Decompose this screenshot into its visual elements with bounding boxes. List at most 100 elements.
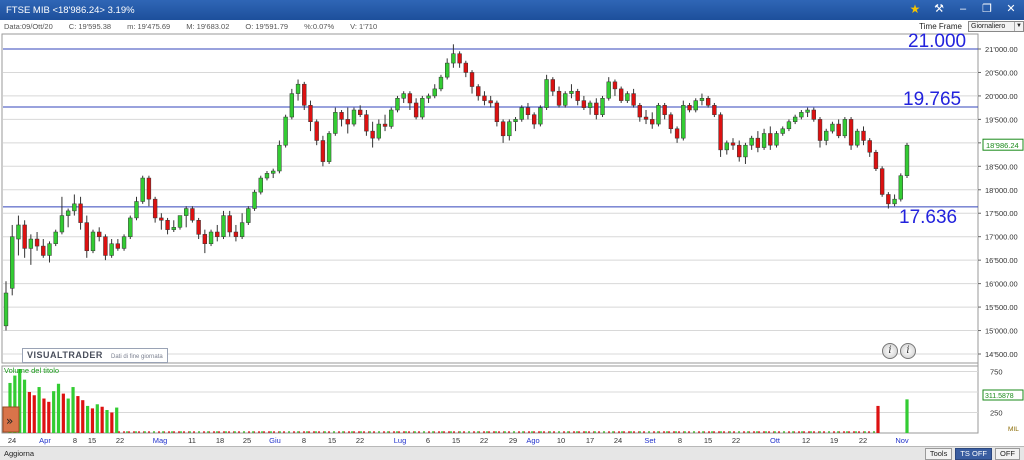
candle-down [146,177,152,200]
candle-up [625,93,630,101]
volume-bar [81,400,85,433]
candle-down [370,130,375,139]
logo-subtitle: Dati di fine giornata [111,354,163,360]
volume-bar [76,396,80,433]
candle-up [519,107,524,120]
candle-down [705,98,711,106]
price-tick-label: 16'000.00 [985,280,1018,289]
candle-up [3,292,9,327]
candle-up [90,231,96,252]
date-tick-label: Mag [153,436,168,445]
date-tick-label: 22 [116,436,124,445]
candle-up [805,109,810,113]
candle-up [389,109,394,127]
volume-unit-label: MIL [1008,426,1019,433]
volume-bar [876,405,880,433]
candle-up [842,119,848,137]
candle-down [836,123,841,137]
candle-down [469,72,475,87]
candle-up [699,98,705,101]
volume-panel-label: Volume del titolo [4,366,59,375]
candle-up [140,177,145,202]
candle-up [855,130,860,146]
candle-down [97,231,102,237]
candle-up [401,93,406,99]
price-tick-label: 21'000.00 [985,45,1018,54]
candle-down [737,144,742,158]
price-tick-label: 20'000.00 [985,92,1018,101]
candle-up [221,215,226,237]
candle-up [177,215,183,228]
date-tick-label: 25 [243,436,251,445]
date-tick-label: 24 [8,436,16,445]
price-tick-label: 18'000.00 [985,186,1018,195]
date-tick-label: 18 [216,436,224,445]
candle-up [351,109,357,125]
date-tick-label: 29 [509,436,517,445]
volume-bar [22,379,27,433]
candle-up [16,224,21,240]
price-tick-label: 20'500.00 [985,68,1018,77]
date-tick-label: 22 [356,436,364,445]
price-tick-label: 14'500.00 [985,350,1018,359]
candle-up [780,128,785,134]
candle-down [345,119,350,125]
chevron-right-icon[interactable]: » [6,414,13,428]
date-tick-label: 10 [557,436,565,445]
candle-down [233,231,239,237]
date-tick-label: 12 [802,436,810,445]
candle-up [824,130,829,141]
date-tick-label: 22 [859,436,867,445]
info-icon[interactable]: i [900,343,916,359]
candle-down [618,88,624,101]
candle-up [53,231,58,244]
candle-down [190,208,195,221]
candle-down [879,168,885,195]
candle-up [693,100,698,111]
volume-panel [1,365,979,434]
volume-bar [71,387,75,433]
candle-up [507,121,512,137]
candle-up [432,88,437,97]
date-tick-label: 24 [614,436,622,445]
candle-down [867,140,872,153]
volume-tick-label: 250 [990,408,1003,417]
candle-down [631,93,636,106]
date-tick-label: 22 [480,436,488,445]
volume-bar [95,404,99,433]
candle-up [538,107,543,125]
off-button[interactable]: OFF [995,448,1020,460]
volume-bar [86,405,90,433]
candle-up [395,98,400,111]
candle-up [376,123,382,139]
candle-down [662,105,667,115]
volume-bar [56,383,61,433]
candle-down [712,105,717,115]
update-button[interactable]: Aggiorna [4,447,34,460]
date-tick-label: 8 [678,436,682,445]
candle-down [768,133,773,146]
candle-down [811,109,816,120]
candle-up [898,175,903,200]
candle-down [413,102,419,118]
candle-up [563,93,568,106]
candle-down [550,79,555,92]
candle-up [10,236,15,289]
volume-bar [90,408,95,433]
candle-down [718,114,723,151]
price-chart[interactable]: 21'000.0020'500.0020'000.0019'500.0019'0… [0,0,1024,446]
candle-down [78,203,83,223]
date-tick-label: Nov [895,436,909,445]
candle-up [681,105,686,139]
candle-down [730,142,736,146]
candle-down [575,90,580,101]
tools-button[interactable]: Tools [924,448,953,460]
candle-down [152,198,158,219]
candle-down [22,224,27,249]
candle-down [215,231,220,237]
date-tick-label: 8 [302,436,306,445]
candle-up [799,112,804,118]
candle-down [34,238,40,247]
info-icon[interactable]: i [882,343,898,359]
ts-off-button[interactable]: TS OFF [955,448,992,460]
